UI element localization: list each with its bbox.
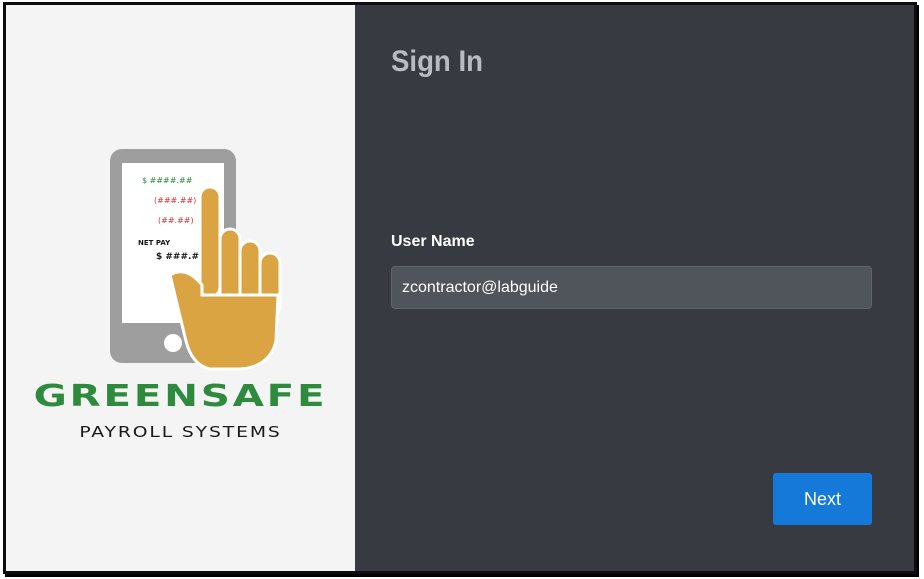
phone-line-4: NET PAY	[138, 239, 171, 247]
phone-line-2: (###.##)	[154, 196, 196, 205]
signin-panel: Sign In User Name Next	[355, 5, 914, 571]
next-button[interactable]: Next	[773, 473, 872, 525]
username-input[interactable]	[391, 266, 872, 309]
payroll-phone-logo: $ ####.## (###.##) (##.##) NET PAY $ ###…	[110, 149, 282, 371]
username-label: User Name	[391, 233, 475, 250]
brand-tagline: PAYROLL SYSTEMS	[79, 423, 282, 441]
branding-panel: $ ####.## (###.##) (##.##) NET PAY $ ###…	[6, 5, 355, 571]
page-title: Sign In	[391, 45, 483, 78]
phone-line-3: (##.##)	[158, 216, 194, 225]
phone-home-button	[164, 334, 182, 352]
signin-window: $ ####.## (###.##) (##.##) NET PAY $ ###…	[3, 2, 917, 574]
phone-line-1: $ ####.##	[142, 176, 193, 185]
